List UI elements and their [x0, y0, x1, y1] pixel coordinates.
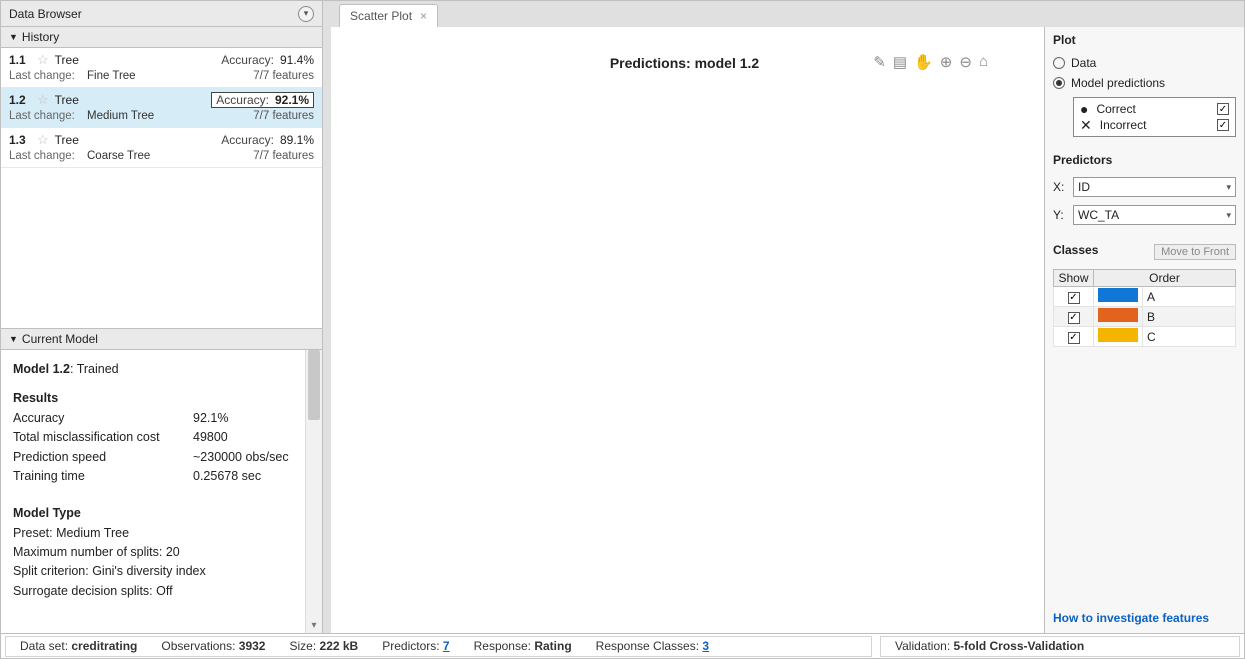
col-order: Order [1094, 270, 1236, 287]
predictors-section-header: Predictors [1053, 153, 1236, 167]
correct-marker-icon: ● [1080, 102, 1088, 116]
current-model-body: Model 1.2: Trained Results Accuracy92.1%… [1, 350, 305, 633]
radio-icon [1053, 77, 1065, 89]
star-icon[interactable]: ☆ [37, 92, 49, 108]
plot-panel: Predictions: model 1.2 ✎ ▤ ✋ ⊕ ⊖ ⌂ [331, 27, 1044, 633]
tab-scatter-plot[interactable]: Scatter Plot × [339, 4, 438, 27]
radio-data[interactable]: Data [1053, 55, 1236, 71]
status-bar: Data set: creditrating Observations: 393… [1, 633, 1244, 658]
response-classes-link[interactable]: 3 [702, 639, 709, 653]
history-list: 1.1 ☆ Tree Accuracy: 91.4% Last change: … [1, 48, 322, 329]
app-window: Data Browser ▾ Scatter Plot × History 1.… [0, 0, 1245, 659]
data-browser-title: Data Browser [9, 7, 82, 21]
swatch-b [1098, 308, 1138, 322]
col-show: Show [1054, 270, 1094, 287]
class-row[interactable]: C [1054, 327, 1236, 347]
gutter [323, 27, 331, 633]
plot-options-panel: Plot Data Model predictions ●Correct ✕In… [1044, 27, 1244, 633]
checkbox-class-a[interactable] [1068, 292, 1080, 304]
chevron-down-icon: ▾ [1226, 182, 1231, 193]
x-predictor-dropdown[interactable]: ID▾ [1073, 177, 1236, 197]
scroll-down-icon[interactable]: ▾ [309, 619, 319, 631]
scrollbar[interactable]: ▾ [305, 350, 322, 633]
star-icon[interactable]: ☆ [37, 132, 49, 148]
top-row: Data Browser ▾ Scatter Plot × [1, 1, 1244, 27]
close-icon[interactable]: × [420, 9, 427, 23]
left-panel: History 1.1 ☆ Tree Accuracy: 91.4% Last … [1, 27, 323, 633]
predictors-link[interactable]: 7 [443, 639, 450, 653]
classes-section-header: Classes [1053, 243, 1098, 257]
scrollbar-thumb[interactable] [308, 350, 320, 420]
history-item[interactable]: 1.1 ☆ Tree Accuracy: 91.4% Last change: … [1, 48, 322, 88]
main-content: History 1.1 ☆ Tree Accuracy: 91.4% Last … [1, 27, 1244, 633]
checkbox-class-b[interactable] [1068, 312, 1080, 324]
help-link[interactable]: How to investigate features [1053, 603, 1236, 625]
checkbox-incorrect[interactable] [1217, 119, 1229, 131]
move-to-front-button[interactable]: Move to Front [1154, 244, 1236, 260]
prediction-legend: ●Correct ✕Incorrect [1073, 97, 1236, 137]
scatter-plot[interactable]: Predictions: model 1.2 ✎ ▤ ✋ ⊕ ⊖ ⌂ [331, 27, 1038, 633]
history-header[interactable]: History [1, 27, 322, 48]
chevron-down-icon: ▾ [1226, 210, 1231, 221]
star-icon[interactable]: ☆ [37, 52, 49, 68]
class-row[interactable]: A [1054, 287, 1236, 307]
current-model-header[interactable]: Current Model [1, 329, 322, 350]
classes-table: Show Order A B C [1053, 269, 1236, 347]
current-model-panel: Model 1.2: Trained Results Accuracy92.1%… [1, 350, 322, 633]
chart-canvas [331, 27, 1038, 623]
radio-icon [1053, 57, 1065, 69]
status-left: Data set: creditrating Observations: 393… [5, 636, 872, 657]
radio-model-predictions[interactable]: Model predictions [1053, 75, 1236, 91]
checkbox-class-c[interactable] [1068, 332, 1080, 344]
data-browser-header: Data Browser ▾ [1, 1, 323, 26]
tab-label: Scatter Plot [350, 9, 412, 23]
accuracy-highlight: Accuracy: 92.1% [211, 92, 314, 108]
history-item[interactable]: 1.3 ☆ Tree Accuracy: 89.1% Last change: … [1, 128, 322, 168]
swatch-a [1098, 288, 1138, 302]
y-predictor-dropdown[interactable]: WC_TA▾ [1073, 205, 1236, 225]
class-row[interactable]: B [1054, 307, 1236, 327]
collapse-panel-icon[interactable]: ▾ [298, 6, 314, 22]
checkbox-correct[interactable] [1217, 103, 1229, 115]
document-tabs: Scatter Plot × [323, 1, 1244, 27]
x-label: X: [1053, 180, 1067, 194]
history-item-selected[interactable]: 1.2 ☆ Tree Accuracy: 92.1% Last change: … [1, 88, 322, 128]
swatch-c [1098, 328, 1138, 342]
plot-section-header: Plot [1053, 33, 1236, 47]
y-label: Y: [1053, 208, 1067, 222]
status-right: Validation: 5-fold Cross-Validation [880, 636, 1240, 657]
incorrect-marker-icon: ✕ [1080, 118, 1092, 132]
